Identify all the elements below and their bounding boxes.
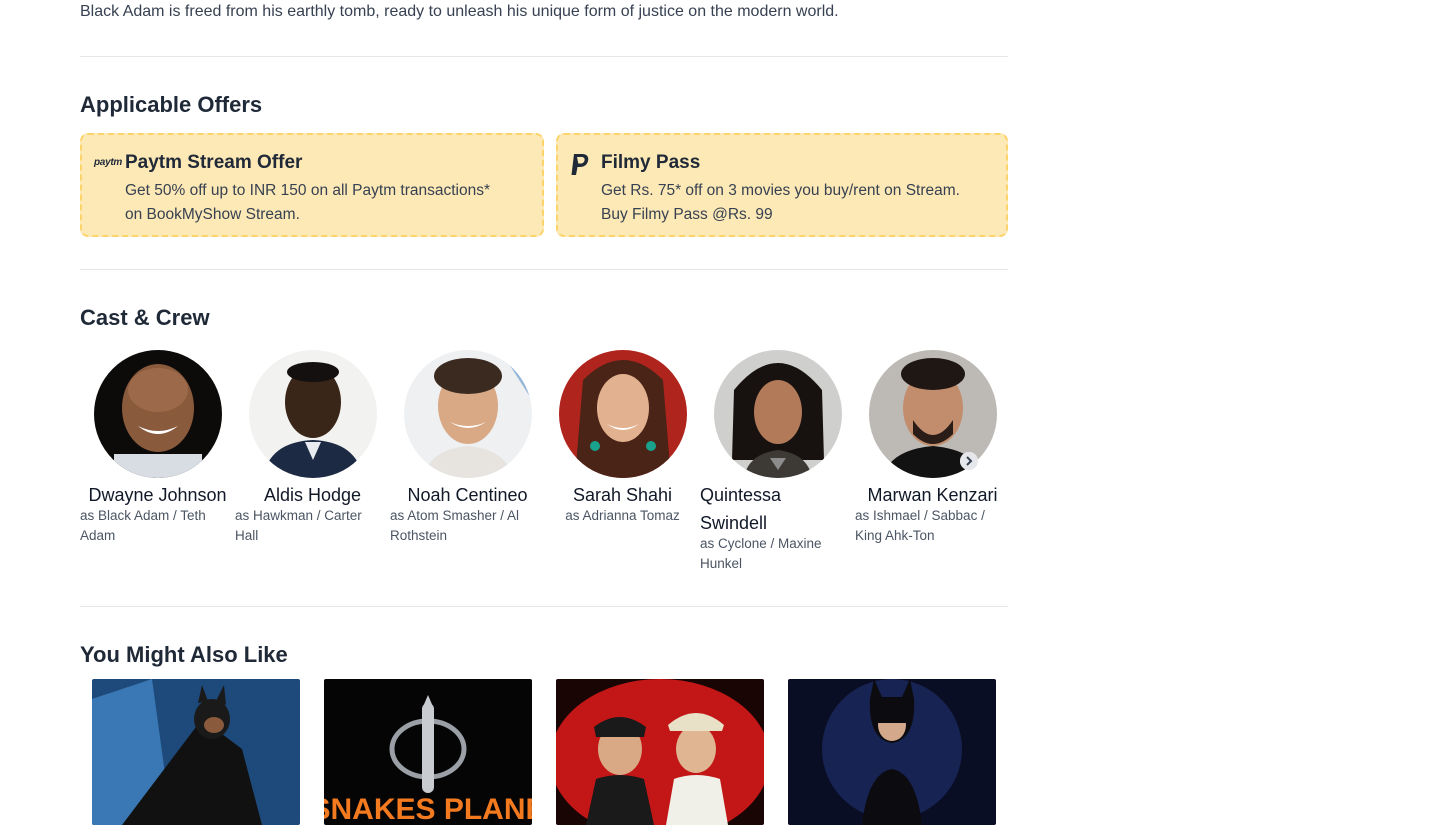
cast-role-line: King Ahk-Ton: [855, 528, 935, 543]
avatar: [714, 350, 842, 478]
carousel-next-arrow-icon[interactable]: [960, 452, 978, 470]
cast-role: as Atom Smasher / Al Rothstein: [390, 506, 540, 546]
cast-name-line: Swindell: [700, 513, 768, 533]
cast-name: Marwan Kenzari: [867, 485, 998, 505]
offer-description: Get Rs. 75* off on 3 movies you buy/rent…: [601, 179, 960, 227]
cast-role: as Cyclone / Maxine Hunkel: [700, 534, 850, 574]
offers-heading: Applicable Offers: [80, 92, 263, 117]
avatar: [94, 350, 222, 478]
cast-name-line: Quintessa: [700, 485, 782, 505]
cast-heading: Cast & Crew: [80, 305, 210, 330]
cast-role-line: as Black Adam / Teth: [80, 508, 206, 523]
divider: [80, 606, 1008, 607]
movie-poster[interactable]: [556, 679, 764, 825]
cast-role-line: Hunkel: [700, 556, 743, 571]
offer-card-paytm[interactable]: paytm Paytm Stream Offer Get 50% off up …: [80, 133, 544, 237]
cast-role-line: as Adrianna Tomaz: [565, 508, 680, 523]
cast-role: as Black Adam / Teth Adam: [80, 506, 230, 546]
poster-title: SNAKES PLANE: [324, 793, 532, 825]
movie-poster[interactable]: SNAKES PLANE: [324, 679, 532, 825]
cast-role-line: Adam: [80, 528, 116, 543]
cast-role-line: as Cyclone / Maxine: [700, 536, 822, 551]
divider: [80, 269, 1008, 270]
cast-name: Quintessa Swindell: [700, 481, 855, 537]
offer-description: Get 50% off up to INR 150 on all Paytm t…: [125, 179, 490, 227]
cast-role-line: as Atom Smasher / Al: [390, 508, 520, 523]
cast-name: Aldis Hodge: [263, 485, 362, 505]
movie-poster[interactable]: [788, 679, 996, 825]
cast-role: as Ishmael / Sabbac / King Ahk-Ton: [855, 506, 1005, 546]
cast-name: Dwayne Johnson: [88, 485, 227, 505]
offer-card-filmy-pass[interactable]: Filmy Pass Get Rs. 75* off on 3 movies y…: [556, 133, 1008, 237]
cast-role-line: as Ishmael / Sabbac /: [855, 508, 985, 523]
avatar: [249, 350, 377, 478]
avatar: [404, 350, 532, 478]
cast-role-line: Rothstein: [390, 528, 448, 543]
avatar: [559, 350, 687, 478]
cast-name: Noah Centineo: [407, 485, 528, 505]
offer-title: Paytm Stream Offer: [125, 152, 303, 173]
movie-synopsis: Black Adam is freed from his earthly tom…: [80, 3, 839, 20]
movie-poster[interactable]: [92, 679, 300, 825]
divider: [80, 56, 1008, 57]
cast-role-line: as Hawkman / Carter: [235, 508, 362, 523]
paypal-icon: [570, 153, 590, 182]
paytm-logo-icon: paytm: [94, 157, 122, 168]
offer-title: Filmy Pass: [601, 152, 701, 173]
cast-role-line: Hall: [235, 528, 259, 543]
offer-description-line: Get 50% off up to INR 150 on all Paytm t…: [125, 182, 491, 199]
offer-description-line: on BookMyShow Stream.: [125, 206, 300, 223]
recommendations-heading: You Might Also Like: [80, 642, 288, 667]
cast-role: as Hawkman / Carter Hall: [235, 506, 385, 546]
cast-name: Sarah Shahi: [572, 485, 673, 505]
offer-description-line: Buy Filmy Pass @Rs. 99: [601, 206, 773, 223]
offer-description-line: Get Rs. 75* off on 3 movies you buy/rent…: [601, 182, 960, 199]
cast-role: as Adrianna Tomaz: [545, 506, 700, 526]
